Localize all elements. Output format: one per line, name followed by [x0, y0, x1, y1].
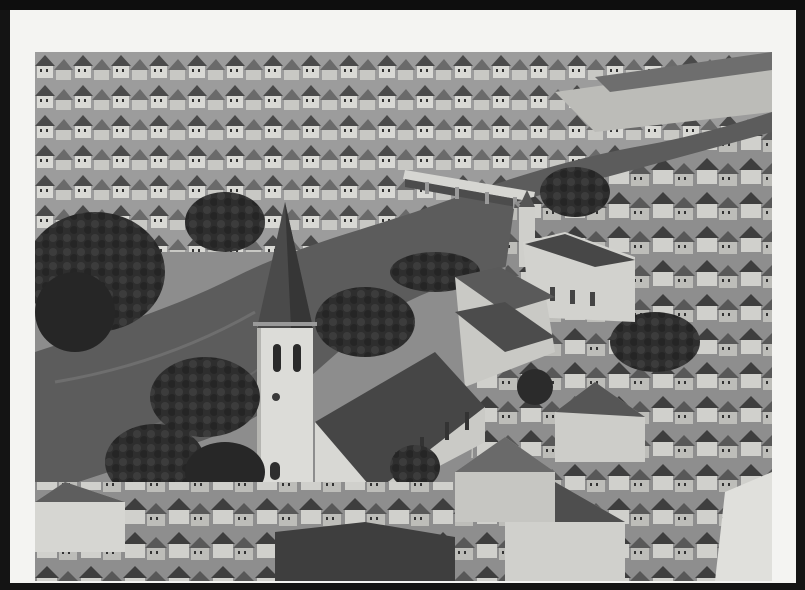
top-dark-edge	[0, 0, 805, 10]
aerial-photograph	[35, 52, 772, 581]
